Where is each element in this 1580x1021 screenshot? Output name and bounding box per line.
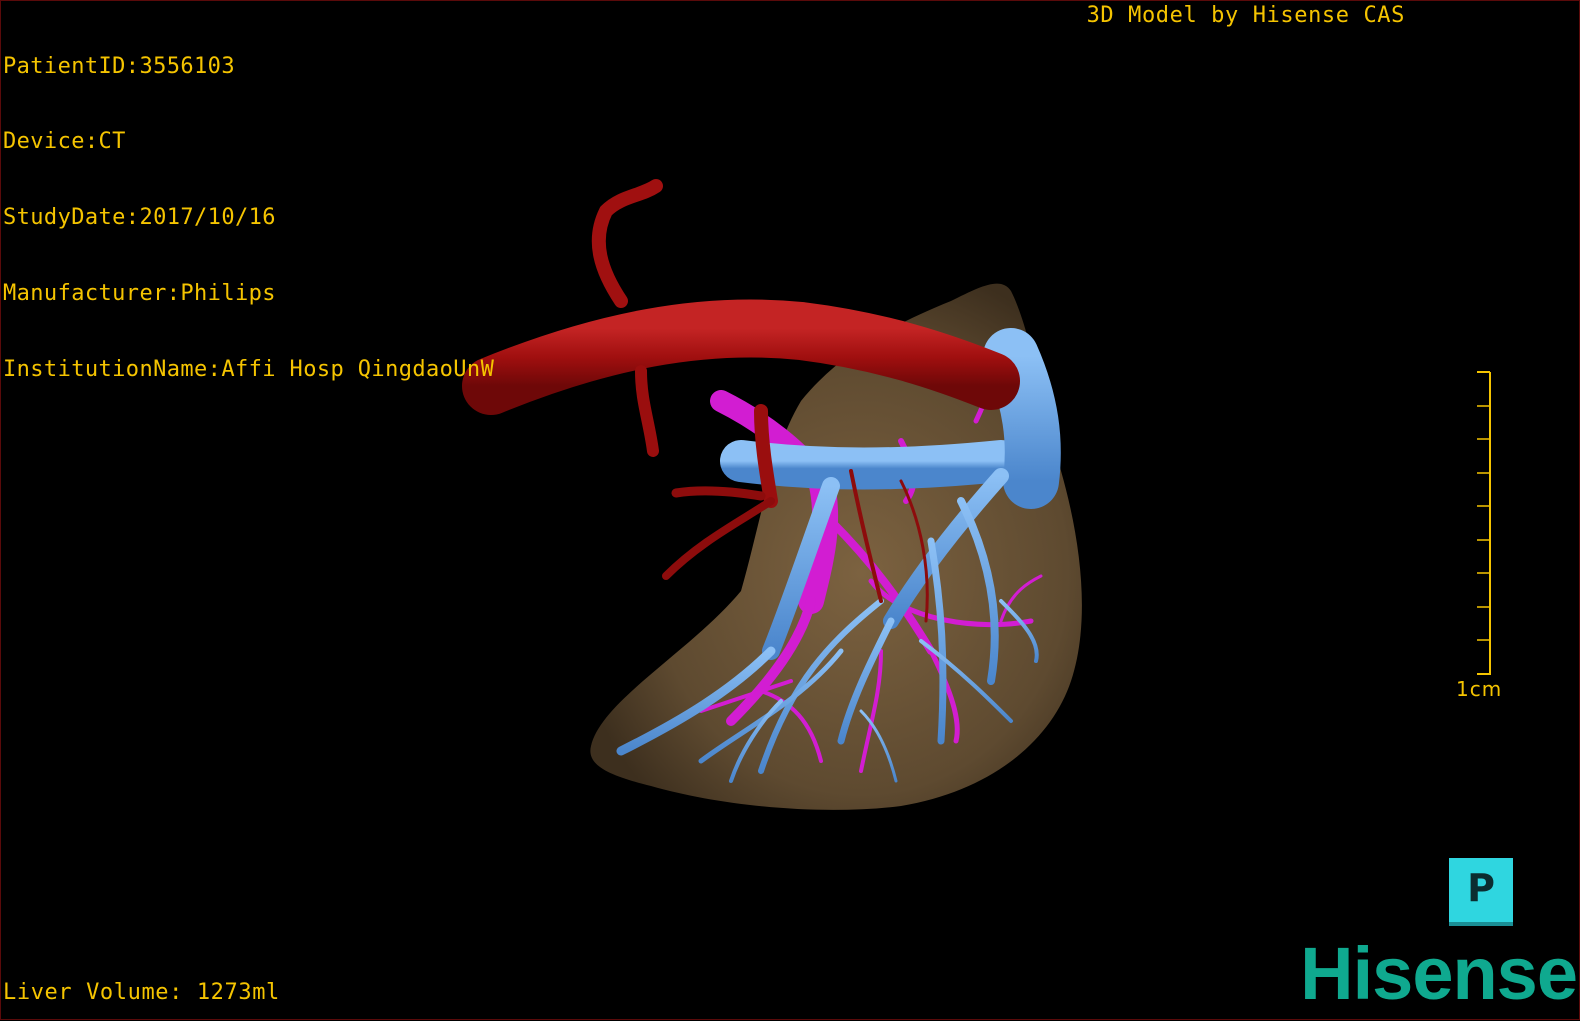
- dicom-info-overlay: PatientID:3556103 Device:CT StudyDate:20…: [3, 3, 494, 433]
- brand-logo: Hisense: [1300, 932, 1578, 1015]
- institution-label: InstitutionName:Affi Hosp QingdaoUnW: [3, 357, 495, 383]
- patient-id-label: PatientID:3556103: [3, 53, 235, 79]
- orientation-glyph: P: [1467, 866, 1495, 911]
- scale-label: 1cm: [1456, 677, 1503, 701]
- liver-volume-label: Liver Volume: 1273ml: [3, 980, 280, 1005]
- scale-bar: [1477, 371, 1491, 675]
- model-credit-label: 3D Model by Hisense CAS: [1086, 3, 1405, 28]
- device-label: Device:CT: [3, 129, 126, 155]
- manufacturer-label: Manufacturer:Philips: [3, 281, 276, 307]
- orientation-cube-icon[interactable]: P: [1449, 858, 1513, 922]
- render-viewport[interactable]: PatientID:3556103 Device:CT StudyDate:20…: [0, 0, 1580, 1020]
- study-date-label: StudyDate:2017/10/16: [3, 205, 276, 231]
